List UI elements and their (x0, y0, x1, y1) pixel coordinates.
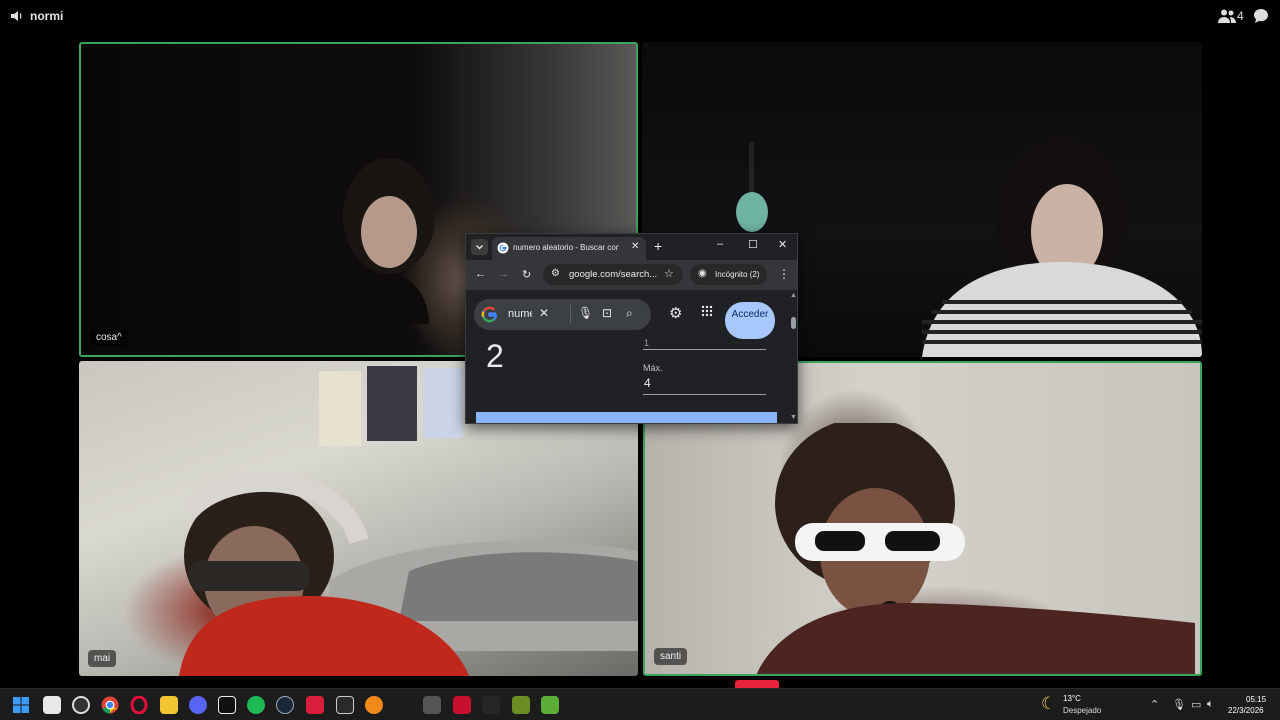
browser-window[interactable]: numero aleatorio - Buscar con Google ✕ +… (465, 233, 798, 424)
max-value-field[interactable]: 4 (644, 376, 651, 390)
maximize-button[interactable]: ☐ (748, 238, 758, 251)
weather-temperature[interactable]: 13°C (1063, 694, 1081, 703)
microphone-tray-icon[interactable]: 🎙︎ (1172, 698, 1186, 711)
url-text: google.com/search... (569, 269, 658, 280)
incognito-badge[interactable]: ◉ Incógnito (2) (690, 264, 767, 285)
app-icon[interactable] (453, 696, 471, 714)
guitar (736, 142, 768, 232)
chevron-down-icon (476, 245, 483, 250)
call-header: normi 4 (0, 0, 1280, 32)
opera-gx-icon[interactable] (130, 696, 148, 714)
new-tab-button[interactable]: + (654, 238, 662, 254)
incognito-icon: ◉ (698, 268, 707, 279)
participant-name: santi (654, 648, 688, 665)
minecraft-icon[interactable] (541, 696, 559, 714)
windows-start-icon[interactable] (12, 696, 30, 714)
roblox-icon[interactable] (306, 696, 324, 714)
sign-in-button[interactable]: Acceder (725, 302, 775, 339)
page-content: numero aleatorio ✕ 🎙︎ ⊡ ⌕ ⚙ Acceder 2 1 … (466, 290, 797, 423)
settings-gear-icon[interactable]: ⚙ (669, 304, 682, 322)
scrollbar[interactable]: ▲ ▼ (788, 290, 797, 423)
moon-weather-icon[interactable]: ☾ (1041, 694, 1056, 714)
epic-games-icon[interactable] (336, 696, 354, 714)
search-box[interactable]: numero aleatorio ✕ 🎙︎ ⊡ ⌕ (474, 299, 651, 330)
google-favicon-icon (497, 242, 509, 254)
min-value[interactable]: 1 (644, 338, 649, 348)
search-query[interactable]: numero aleatorio (508, 308, 532, 320)
volume-icon[interactable]: 🔈︎ (1207, 698, 1214, 711)
generate-button[interactable] (476, 412, 777, 423)
task-view-icon[interactable] (43, 696, 61, 714)
speaker-icon (11, 11, 22, 21)
tab-google-search[interactable]: numero aleatorio - Buscar con Google ✕ (492, 237, 646, 260)
chat-icon[interactable] (1253, 8, 1269, 24)
vm-icon[interactable] (423, 696, 441, 714)
tab-search-button[interactable] (471, 239, 488, 255)
max-label: Máx. (643, 363, 663, 373)
search-icon[interactable]: ⌕ (626, 306, 633, 321)
participant-name: cosa^ (90, 329, 128, 346)
lens-icon[interactable]: ⊡ (602, 306, 612, 320)
windows-taskbar: ☾ 13°C Despejado ⌃ 🎙︎ ▭ 🔈︎ 05:15 22/3/20… (0, 688, 1280, 720)
participant-video (922, 137, 1202, 357)
tab-title: numero aleatorio - Buscar con Google (513, 243, 619, 252)
apps-grid-icon[interactable] (701, 305, 713, 317)
app-icon[interactable] (482, 696, 500, 714)
incognito-label: Incógnito (2) (715, 270, 760, 279)
chevron-up-icon[interactable]: ⌃ (1150, 698, 1159, 711)
forward-arrow-icon[interactable]: → (498, 268, 509, 280)
random-number-result: 2 (486, 338, 504, 374)
discord-call-screen: normi 4 cosa^ mai santi numero aleatorio… (0, 0, 1280, 720)
clear-icon[interactable]: ✕ (539, 306, 549, 320)
participant-video (179, 471, 469, 676)
weather-description[interactable]: Despejado (1063, 706, 1101, 715)
divider (570, 305, 571, 324)
participant-video (756, 423, 1195, 674)
close-window-button[interactable]: ✕ (778, 238, 787, 251)
network-icon[interactable]: ▭ (1191, 698, 1201, 711)
participants-icon[interactable] (1218, 8, 1236, 24)
file-explorer-icon[interactable] (160, 696, 178, 714)
browser-toolbar: ← → ↻ ⚙ google.com/search... ☆ ◉ Incógni… (466, 260, 797, 290)
more-menu-icon[interactable]: ⋮ (778, 267, 790, 281)
scroll-up-arrow-icon[interactable]: ▲ (790, 292, 797, 299)
capcut-icon[interactable] (218, 696, 236, 714)
steam-icon[interactable] (276, 696, 294, 714)
clock-date[interactable]: 22/3/2026 (1228, 706, 1264, 715)
participant-count: 4 (1237, 9, 1244, 23)
address-bar[interactable]: ⚙ google.com/search... ☆ (543, 264, 683, 285)
clock-time[interactable]: 05:15 (1246, 695, 1266, 704)
app-icon[interactable] (365, 696, 383, 714)
tab-strip: numero aleatorio - Buscar con Google ✕ +… (466, 234, 797, 260)
scroll-thumb[interactable] (791, 317, 796, 329)
minimize-button[interactable]: – (717, 238, 723, 250)
bookmark-star-icon[interactable]: ☆ (664, 267, 674, 280)
discord-icon[interactable] (189, 696, 207, 714)
reload-icon[interactable]: ↻ (522, 268, 531, 281)
participant-name: mai (88, 650, 117, 667)
participant-video (343, 158, 435, 324)
site-info-icon[interactable]: ⚙ (551, 268, 560, 279)
obs-icon[interactable] (72, 696, 90, 714)
min-field-underline (643, 349, 766, 350)
channel-name: normi (30, 9, 64, 23)
back-arrow-icon[interactable]: ← (475, 268, 486, 280)
tab-close-icon[interactable]: ✕ (631, 241, 639, 252)
google-logo-icon (481, 306, 498, 323)
room-posters (319, 366, 463, 446)
max-field-underline (643, 394, 766, 395)
chrome-icon[interactable] (101, 696, 119, 714)
scroll-down-arrow-icon[interactable]: ▼ (790, 414, 797, 421)
microphone-icon[interactable]: 🎙︎ (578, 306, 593, 320)
spotify-icon[interactable] (247, 696, 265, 714)
minecraft-launcher-icon[interactable] (512, 696, 530, 714)
